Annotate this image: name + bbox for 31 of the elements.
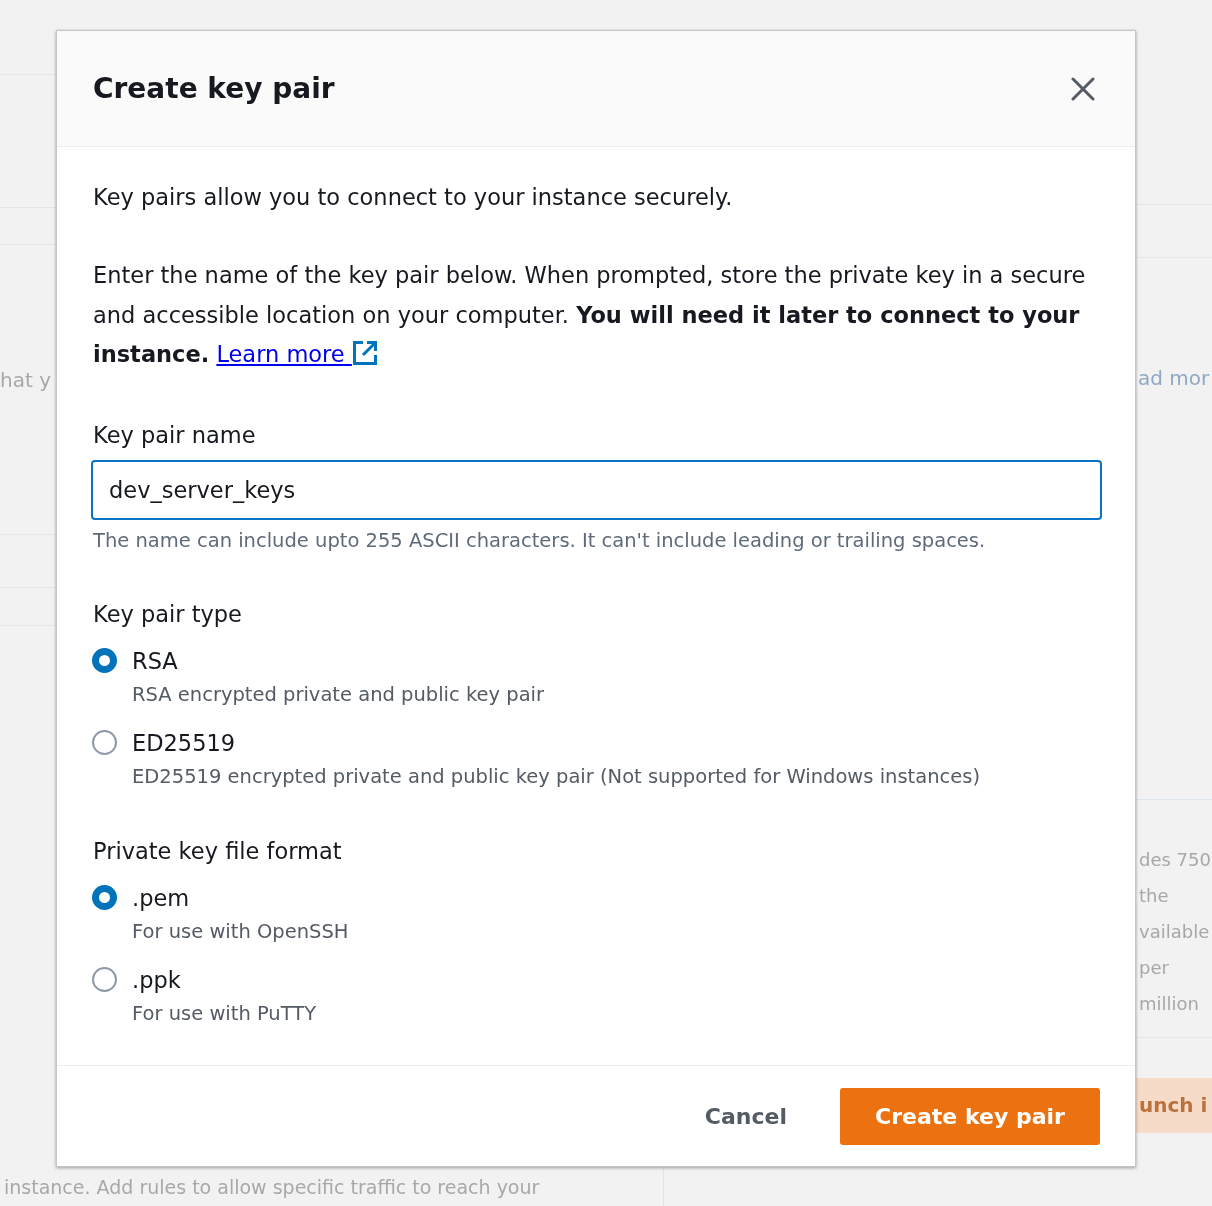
external-link-icon xyxy=(351,340,378,366)
option-description: For use with PuTTY xyxy=(132,1000,317,1027)
radio-button[interactable] xyxy=(92,967,117,992)
hint-text: The name can include upto 255 ASCII characters. It can't include leading or trailing spaces. xyxy=(93,527,986,554)
group-label: Key pair type xyxy=(93,599,242,629)
option-label: ED25519 xyxy=(132,728,236,758)
background-text: instance. Add rules to allow specific traffic to reach your xyxy=(4,1174,540,1200)
background-text: vailable xyxy=(1139,920,1210,944)
background-text: hat y xyxy=(0,368,51,392)
background-text: per xyxy=(1139,956,1169,980)
option-label: RSA xyxy=(132,646,178,676)
learn-more-link[interactable]: Learn more xyxy=(216,341,378,367)
radio-button[interactable] xyxy=(92,885,117,910)
dialog-title: Create key pair xyxy=(93,70,335,107)
background-text: des 750 xyxy=(1139,848,1211,872)
close-icon[interactable] xyxy=(1071,76,1095,101)
option-label: .ppk xyxy=(132,965,181,995)
background-text: the xyxy=(1139,884,1169,908)
radio-button[interactable] xyxy=(92,648,117,673)
group-label: Private key file format xyxy=(93,836,342,866)
option-description: For use with OpenSSH xyxy=(132,918,349,945)
cancel-button[interactable]: Cancel xyxy=(704,1103,787,1129)
input-field[interactable]: dev_server_keys xyxy=(91,459,1102,520)
option-label: .pem xyxy=(132,883,190,913)
intro-text: Key pairs allow you to connect to your instance securely. xyxy=(93,183,733,212)
option-description: RSA encrypted private and public key pair xyxy=(132,681,545,708)
instructions-text: Enter the name of the key pair below. When prompted, store the private key in a secure and accessible location on your computer. You will need it later to connect to your instance. Learn more xyxy=(93,261,1087,369)
background-text: million xyxy=(1139,992,1199,1016)
radio-button[interactable] xyxy=(92,730,117,755)
option-description: ED25519 encrypted private and public key pair (Not supported for Windows instances) xyxy=(132,763,981,790)
field-label: Key pair name xyxy=(93,420,256,450)
